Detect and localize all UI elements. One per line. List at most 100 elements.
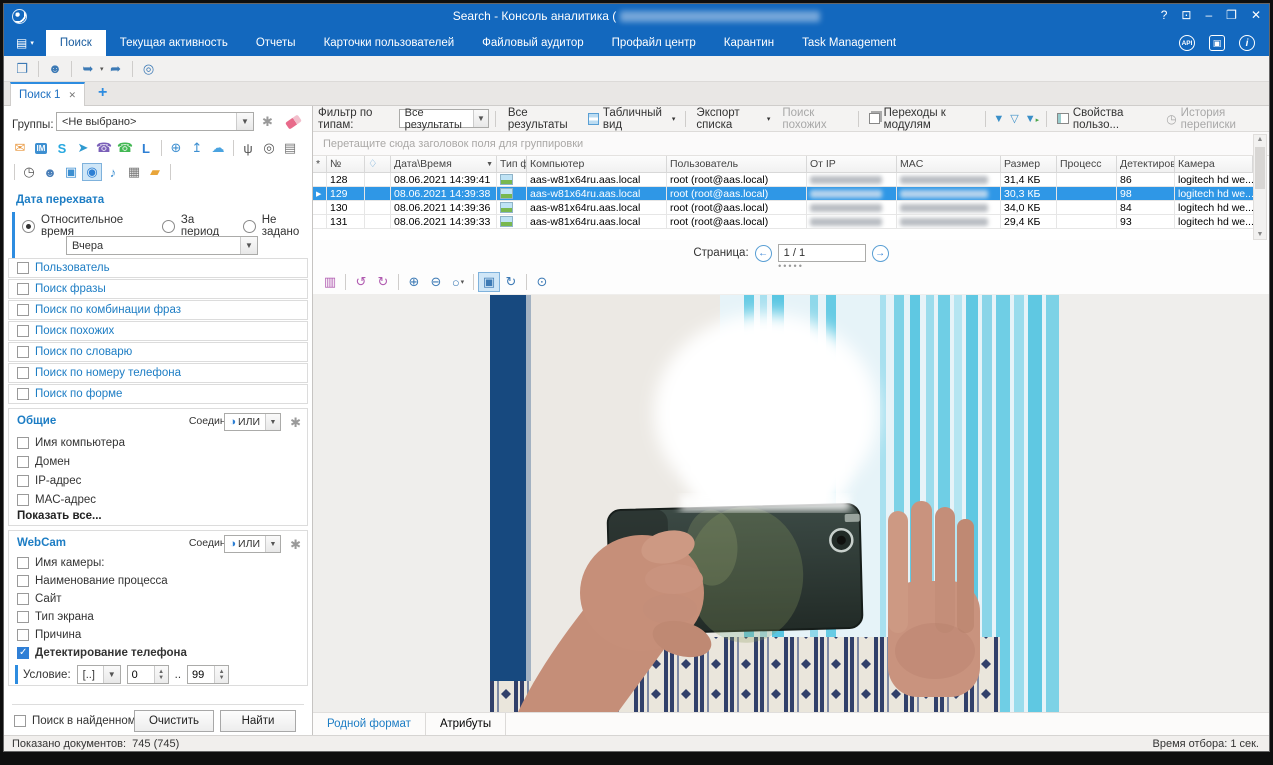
webcam-item-process-name[interactable]: Наименование процесса: [17, 575, 168, 587]
telegram-icon[interactable]: ➤: [73, 139, 93, 157]
printer-icon[interactable]: ▤: [280, 139, 300, 157]
scroll-up-icon[interactable]: ▲: [1254, 136, 1266, 143]
groups-combobox[interactable]: <Не выбрано> ▼: [56, 112, 254, 131]
group-by-bar[interactable]: Перетащите сюда заголовок поля для групп…: [313, 132, 1269, 156]
section-user[interactable]: Пользователь: [8, 258, 308, 278]
restore-button[interactable]: ❐: [1226, 8, 1237, 22]
radio-relative-time[interactable]: Относительное время: [22, 214, 150, 238]
condition-operator-combobox[interactable]: [..]▼: [77, 665, 121, 684]
checkbox[interactable]: [17, 494, 29, 506]
table-row[interactable]: 128 08.06.2021 14:39:41 aas-w81x64ru.aas…: [313, 173, 1253, 187]
common-item-ip[interactable]: IP-адрес: [17, 475, 81, 487]
tab-reports[interactable]: Отчеты: [242, 30, 310, 56]
checkbox[interactable]: [17, 611, 29, 623]
rotate-left-icon[interactable]: ↺: [350, 272, 372, 292]
message-history-button[interactable]: ◷История переписки: [1160, 109, 1269, 129]
clock-icon[interactable]: ◷: [19, 163, 39, 181]
help-button[interactable]: ?: [1161, 8, 1168, 22]
checkbox[interactable]: [17, 456, 29, 468]
condition-from-stepper[interactable]: 0▲▼: [127, 665, 169, 684]
checkbox[interactable]: [17, 593, 29, 605]
scrollbar-thumb[interactable]: [1255, 147, 1265, 189]
tab-file-auditor[interactable]: Файловый аудитор: [468, 30, 598, 56]
skype-icon[interactable]: S: [52, 139, 72, 157]
monitor-icon[interactable]: ▣: [61, 163, 81, 181]
search-in-found-checkbox[interactable]: Поиск в найденном: [14, 715, 136, 727]
checkbox[interactable]: [17, 629, 29, 641]
radio-not-set[interactable]: Не задано: [243, 214, 312, 238]
im-icon[interactable]: IM: [31, 139, 51, 157]
folder-icon[interactable]: ▰: [145, 163, 165, 181]
mail-icon[interactable]: ✉: [10, 139, 30, 157]
ftp-icon[interactable]: ↥: [187, 139, 207, 157]
checkbox[interactable]: [17, 575, 29, 587]
section-form-search[interactable]: Поиск по форме: [8, 384, 308, 404]
zoom-in-icon[interactable]: ⊕: [403, 272, 425, 292]
table-row[interactable]: 130 08.06.2021 14:39:36 aas-w81x64ru.aas…: [313, 201, 1253, 215]
common-settings-icon[interactable]: ✱: [290, 415, 301, 431]
search-tab-1[interactable]: Поиск 1 ✕: [10, 82, 85, 106]
checkbox[interactable]: [17, 325, 29, 337]
close-tab-icon[interactable]: ✕: [68, 90, 76, 101]
zoom-out-icon[interactable]: ⊖: [425, 272, 447, 292]
id-search-icon[interactable]: ◎: [137, 59, 161, 79]
checkbox-checked[interactable]: [17, 647, 29, 659]
chevron-down-icon[interactable]: ▼: [240, 237, 257, 254]
tab-quarantine[interactable]: Карантин: [710, 30, 788, 56]
webcam-item-screen-type[interactable]: Тип экрана: [17, 611, 94, 623]
pin-button[interactable]: ⊡: [1181, 8, 1191, 22]
relative-time-combobox[interactable]: Вчера ▼: [66, 236, 258, 255]
checkbox[interactable]: [17, 283, 29, 295]
tab-user-cards[interactable]: Карточки пользователей: [310, 30, 469, 56]
splitter-handle[interactable]: •••••: [313, 263, 1269, 269]
tab-current-activity[interactable]: Текущая активность: [106, 30, 242, 56]
tab-native-format[interactable]: Родной формат: [313, 713, 426, 735]
section-similar-search[interactable]: Поиск похожих: [8, 321, 308, 341]
clear-button[interactable]: Очистить: [134, 710, 214, 732]
export-image-icon[interactable]: ▥: [319, 272, 341, 292]
radio-period[interactable]: За период: [162, 214, 231, 238]
find-button[interactable]: Найти: [220, 710, 296, 732]
checkbox[interactable]: [17, 367, 29, 379]
cloud-icon[interactable]: ☁: [208, 139, 228, 157]
filter-funnel-2-icon[interactable]: ▽: [1007, 112, 1021, 125]
main-menu-button[interactable]: ▤▾: [4, 30, 46, 56]
tab-search[interactable]: Поиск: [46, 30, 106, 56]
webcam-icon[interactable]: ◉: [82, 163, 102, 181]
checkbox[interactable]: [17, 388, 29, 400]
tab-task-management[interactable]: Task Management: [788, 30, 910, 56]
tab-attributes[interactable]: Атрибуты: [426, 713, 506, 735]
common-item-mac[interactable]: MAC-адрес: [17, 494, 96, 506]
user-activity-icon[interactable]: ☻: [40, 163, 60, 181]
section-phrase-search[interactable]: Поиск фразы: [8, 279, 308, 299]
info-icon[interactable]: i: [1239, 35, 1255, 51]
http-icon[interactable]: ⊕: [166, 139, 186, 157]
checkbox[interactable]: [17, 262, 29, 274]
page-number-input[interactable]: 1 / 1: [778, 244, 866, 262]
viber-icon[interactable]: ☎: [94, 139, 114, 157]
join-combobox[interactable]: ◑ИЛИ▼: [224, 413, 281, 431]
user-properties-button[interactable]: Свойства пользо...: [1051, 109, 1160, 129]
table-scrollbar[interactable]: ▲ ▼: [1253, 134, 1267, 240]
prev-page-button[interactable]: ←: [755, 245, 772, 262]
radio-device-icon[interactable]: ▦: [124, 163, 144, 181]
go-to-modules-button[interactable]: Переходы к модулям: [863, 109, 982, 129]
all-results-button[interactable]: Все результаты: [502, 109, 582, 129]
checkbox[interactable]: [17, 437, 29, 449]
usb-icon[interactable]: ψ: [238, 139, 258, 157]
checkbox[interactable]: [17, 475, 29, 487]
add-tab-button[interactable]: +: [90, 84, 115, 102]
eraser-icon[interactable]: [285, 114, 302, 129]
groups-settings-icon[interactable]: ✱: [262, 114, 273, 130]
minimize-button[interactable]: –: [1205, 8, 1212, 22]
rotate-right-icon[interactable]: ↻: [372, 272, 394, 292]
search-similar-button[interactable]: Поиск похожих: [776, 109, 853, 129]
webcam-item-site[interactable]: Сайт: [17, 593, 62, 605]
webcam-item-reason[interactable]: Причина: [17, 629, 81, 641]
webcam-settings-icon[interactable]: ✱: [290, 537, 301, 553]
fit-window-icon[interactable]: ▣: [478, 272, 500, 292]
windows-icon[interactable]: ❐: [10, 59, 34, 79]
eye-icon[interactable]: ⊙: [531, 272, 553, 292]
package-icon[interactable]: ▣: [1209, 35, 1225, 51]
checkbox[interactable]: [17, 557, 29, 569]
